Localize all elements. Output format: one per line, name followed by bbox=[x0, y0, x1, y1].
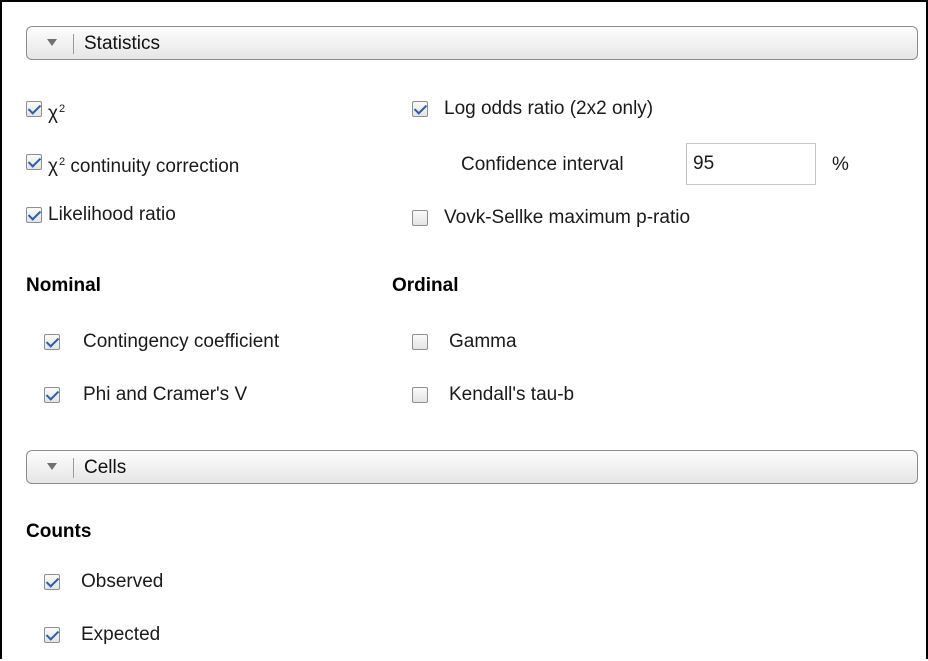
likelihood-ratio-label: Likelihood ratio bbox=[48, 204, 176, 225]
kendalls-tau-b-checkbox[interactable] bbox=[412, 387, 428, 403]
expected-checkbox[interactable] bbox=[44, 627, 60, 643]
phi-cramers-v-checkbox[interactable] bbox=[44, 387, 60, 403]
ordinal-heading: Ordinal bbox=[392, 275, 459, 296]
nominal-heading: Nominal bbox=[26, 275, 101, 296]
header-separator bbox=[73, 34, 74, 54]
section-title: Cells bbox=[84, 457, 127, 478]
collapse-arrow-icon bbox=[47, 463, 57, 470]
expected-label: Expected bbox=[81, 624, 161, 645]
confidence-interval-label: Confidence interval bbox=[461, 154, 624, 175]
gamma-checkbox[interactable] bbox=[412, 334, 428, 350]
counts-heading: Counts bbox=[26, 521, 92, 542]
contingency-coefficient-checkbox[interactable] bbox=[44, 334, 60, 350]
confidence-interval-input[interactable] bbox=[686, 143, 816, 185]
kendalls-tau-b-label: Kendall's tau-b bbox=[449, 384, 575, 405]
observed-checkbox[interactable] bbox=[44, 574, 60, 590]
collapse-arrow-icon bbox=[47, 39, 57, 46]
observed-label: Observed bbox=[81, 571, 164, 592]
log-odds-ratio-checkbox[interactable] bbox=[412, 101, 428, 117]
likelihood-ratio-checkbox[interactable] bbox=[26, 207, 42, 223]
cells-section-header[interactable]: Cells bbox=[26, 450, 918, 484]
header-separator bbox=[73, 458, 74, 478]
chi-squared-label: χ2 bbox=[48, 103, 66, 124]
chi-squared-continuity-label: χ2 continuity correction bbox=[48, 156, 240, 177]
log-odds-ratio-label: Log odds ratio (2x2 only) bbox=[444, 98, 654, 119]
statistics-section-header[interactable]: Statistics bbox=[26, 26, 918, 60]
percent-unit: % bbox=[832, 154, 849, 175]
chi-squared-continuity-checkbox[interactable] bbox=[26, 154, 42, 170]
vovk-sellke-checkbox[interactable] bbox=[412, 210, 428, 226]
chi-squared-checkbox[interactable] bbox=[26, 101, 42, 117]
vovk-sellke-label: Vovk-Sellke maximum p-ratio bbox=[444, 207, 691, 228]
gamma-label: Gamma bbox=[449, 331, 517, 352]
contingency-coefficient-label: Contingency coefficient bbox=[83, 331, 280, 352]
phi-cramers-v-label: Phi and Cramer's V bbox=[83, 384, 248, 405]
section-title: Statistics bbox=[84, 33, 161, 54]
